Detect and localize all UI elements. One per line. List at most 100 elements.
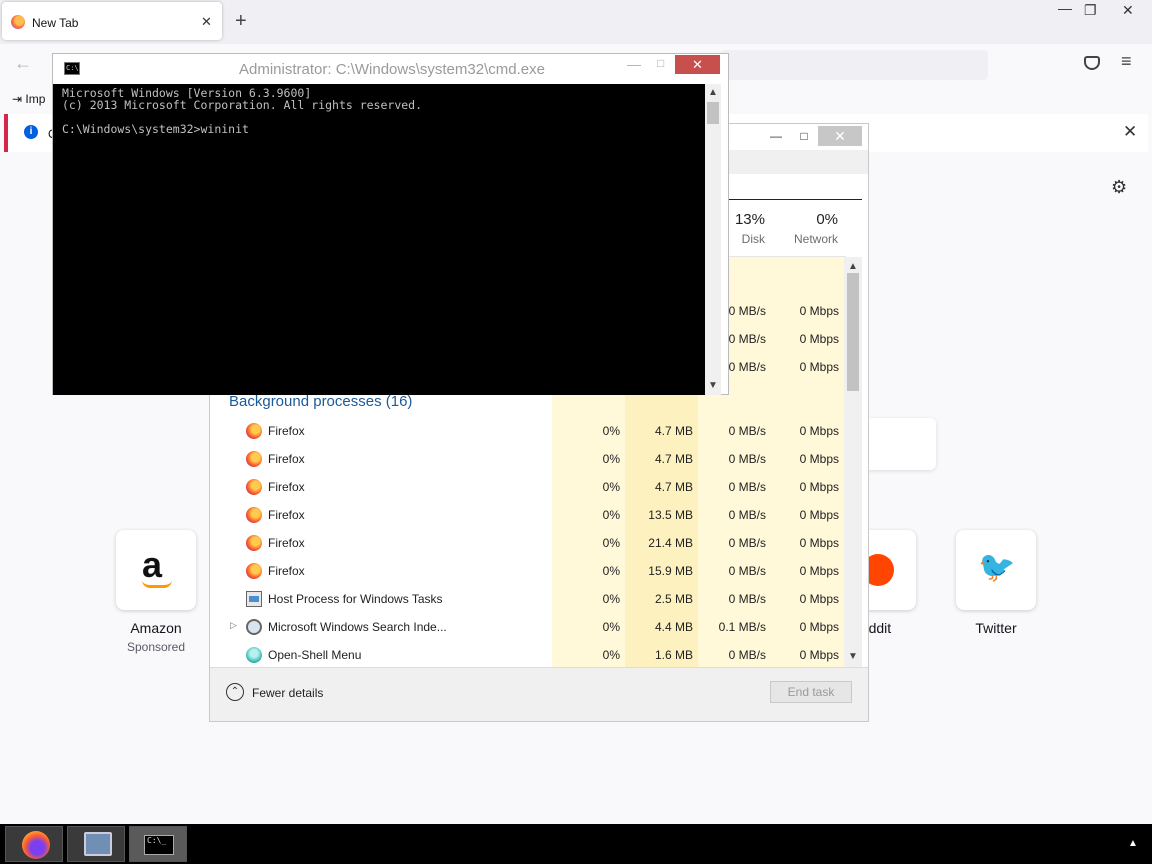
memory-cell: 15.9 MB xyxy=(648,564,693,578)
search-card[interactable] xyxy=(862,418,936,470)
new-tab-button[interactable]: + xyxy=(235,10,247,32)
tab-close-icon[interactable]: ✕ xyxy=(201,14,212,30)
network-cell: 0 Mbps xyxy=(799,304,839,318)
command-prompt-window: C:\ Administrator: C:\Windows\system32\c… xyxy=(52,53,729,395)
process-name: Firefox xyxy=(268,452,305,466)
open-shell-icon xyxy=(246,647,262,663)
show-hidden-icons-arrow[interactable]: ▲ xyxy=(1128,838,1138,849)
column-header-network[interactable]: 0% Network xyxy=(770,211,838,255)
settings-gear-icon[interactable]: ⚙ xyxy=(1111,177,1127,198)
top-site-label: Amazon xyxy=(130,620,182,636)
disk-cell: 0 MB/s xyxy=(728,648,766,662)
scroll-down-icon[interactable]: ▼ xyxy=(848,651,858,662)
firefox-icon xyxy=(22,831,50,859)
table-row[interactable]: Firefox 0% 15.9 MB 0 MB/s 0 Mbps xyxy=(218,557,844,585)
window-close-button[interactable]: ✕ xyxy=(1122,2,1134,19)
firefox-icon xyxy=(246,451,262,467)
expand-chevron-icon[interactable]: ▷ xyxy=(230,620,237,631)
console-scrollbar[interactable]: ▲ ▼ xyxy=(705,84,721,395)
import-bookmarks-link[interactable]: ⇥ Imp xyxy=(12,92,45,106)
twitter-icon: 🐦 xyxy=(978,551,1016,584)
scrollbar-thumb[interactable] xyxy=(707,102,719,124)
table-row[interactable]: Open-Shell Menu 0% 1.6 MB 0 MB/s 0 Mbps xyxy=(218,641,844,669)
cpu-cell: 0% xyxy=(602,564,620,578)
window-restore-button[interactable]: ❐ xyxy=(1084,2,1097,19)
memory-cell: 13.5 MB xyxy=(648,508,693,522)
table-row[interactable]: Firefox 0% 4.7 MB 0 MB/s 0 Mbps xyxy=(218,473,844,501)
scroll-up-icon[interactable]: ▲ xyxy=(708,87,718,98)
import-bookmarks-label: Imp xyxy=(25,92,46,106)
disk-cell: 0 MB/s xyxy=(728,592,766,606)
tab-title: New Tab xyxy=(32,16,79,30)
scrollbar-thumb[interactable] xyxy=(847,273,859,391)
menu-icon[interactable]: ≡ xyxy=(1121,51,1132,72)
network-cell: 0 Mbps xyxy=(799,424,839,438)
cpu-cell: 0% xyxy=(602,536,620,550)
scroll-down-icon[interactable]: ▼ xyxy=(708,380,718,391)
tab-bar: New Tab ✕ + — ❐ ✕ xyxy=(0,0,1152,44)
top-site-amazon[interactable]: a xyxy=(116,530,196,610)
firefox-icon xyxy=(11,15,25,29)
window-minimize-button[interactable]: — xyxy=(1058,0,1072,16)
notification-close-icon[interactable]: ✕ xyxy=(1123,122,1137,142)
network-cell: 0 Mbps xyxy=(799,360,839,374)
cpu-cell: 0% xyxy=(602,480,620,494)
taskbar-firefox-button[interactable] xyxy=(5,826,63,862)
taskbar-task-manager-button[interactable] xyxy=(67,826,125,862)
memory-cell: 2.5 MB xyxy=(654,592,693,606)
chevron-up-icon[interactable]: ⌃ xyxy=(226,683,244,701)
network-label: Network xyxy=(793,232,838,246)
command-prompt-icon[interactable]: C:\ xyxy=(64,62,80,75)
network-cell: 0 Mbps xyxy=(799,592,839,606)
memory-cell: 4.4 MB xyxy=(654,620,693,634)
table-row[interactable]: Firefox 0% 21.4 MB 0 MB/s 0 Mbps xyxy=(218,529,844,557)
firefox-icon xyxy=(246,507,262,523)
table-row[interactable]: Firefox 0% 13.5 MB 0 MB/s 0 Mbps xyxy=(218,501,844,529)
table-row[interactable]: Firefox 0% 4.7 MB 0 MB/s 0 Mbps xyxy=(218,445,844,473)
firefox-icon xyxy=(246,479,262,495)
process-list-scrollbar[interactable]: ▲ ▼ xyxy=(844,257,862,667)
console-output[interactable]: Microsoft Windows [Version 6.3.9600] (c)… xyxy=(53,84,705,395)
cpu-cell: 0% xyxy=(602,424,620,438)
cpu-cell: 0% xyxy=(602,620,620,634)
console-line: (c) 2013 Microsoft Corporation. All righ… xyxy=(62,98,423,112)
process-name: Host Process for Windows Tasks xyxy=(268,592,443,606)
table-row[interactable]: Firefox 0% 4.7 MB 0 MB/s 0 Mbps xyxy=(218,417,844,445)
process-name: Firefox xyxy=(268,536,305,550)
network-cell: 0 Mbps xyxy=(799,480,839,494)
scroll-up-icon[interactable]: ▲ xyxy=(848,261,858,272)
command-prompt-maximize-button[interactable]: □ xyxy=(657,56,664,70)
windows-taskbar: C:\_ ▲ xyxy=(0,824,1152,864)
firefox-icon xyxy=(246,535,262,551)
taskbar-command-prompt-button[interactable]: C:\_ xyxy=(129,826,187,862)
table-row[interactable]: Host Process for Windows Tasks 0% 2.5 MB 0 … xyxy=(218,585,844,613)
pocket-icon[interactable] xyxy=(1084,56,1100,70)
url-bar[interactable] xyxy=(720,50,988,80)
background-processes-heading[interactable]: Background processes (16) xyxy=(229,393,412,410)
task-manager-close-button[interactable]: ✕ xyxy=(818,126,862,146)
back-button[interactable]: ← xyxy=(14,53,32,74)
command-prompt-minimize-button[interactable]: — xyxy=(627,56,641,72)
top-site-label: Twitter xyxy=(975,620,1017,636)
fewer-details-button[interactable]: Fewer details xyxy=(252,686,323,700)
process-name: Firefox xyxy=(268,564,305,578)
tab-new-tab[interactable]: New Tab ✕ xyxy=(2,2,222,40)
amazon-smile-icon xyxy=(142,580,172,588)
memory-cell: 4.7 MB xyxy=(654,480,693,494)
command-prompt-close-button[interactable]: ✕ xyxy=(675,55,720,74)
disk-cell: 0 MB/s xyxy=(728,452,766,466)
host-process-icon xyxy=(246,591,262,607)
console-prompt-line: C:\Windows\system32>wininit xyxy=(62,122,249,136)
command-prompt-titlebar[interactable]: C:\ Administrator: C:\Windows\system32\c… xyxy=(53,54,728,84)
process-name: Firefox xyxy=(268,508,305,522)
command-prompt-icon: C:\_ xyxy=(144,835,174,855)
end-task-button[interactable]: End task xyxy=(770,681,852,703)
memory-cell: 1.6 MB xyxy=(654,648,693,662)
network-cell: 0 Mbps xyxy=(799,536,839,550)
disk-cell: 0 MB/s xyxy=(728,536,766,550)
table-row[interactable]: ▷ Microsoft Windows Search Inde... 0% 4.4 M… xyxy=(218,613,844,641)
network-cell: 0 Mbps xyxy=(799,564,839,578)
memory-cell: 4.7 MB xyxy=(654,452,693,466)
top-site-twitter[interactable]: 🐦 xyxy=(956,530,1036,610)
firefox-icon xyxy=(246,423,262,439)
